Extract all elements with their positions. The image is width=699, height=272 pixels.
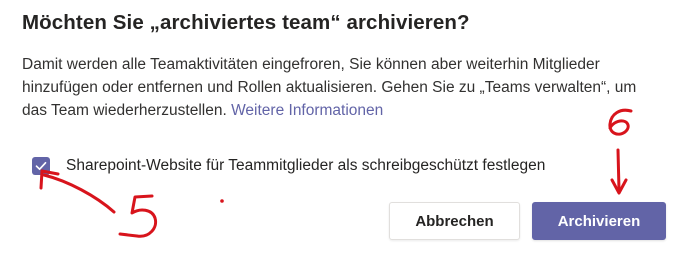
archive-team-dialog: Möchten Sie „archiviertes team“ archivie…	[0, 0, 699, 272]
learn-more-link[interactable]: Weitere Informationen	[231, 102, 383, 119]
readonly-sharepoint-label[interactable]: Sharepoint-Website für Teammitglieder al…	[66, 157, 545, 175]
checkmark-icon	[35, 161, 47, 171]
dialog-title: Möchten Sie „archiviertes team“ archivie…	[22, 11, 470, 34]
archive-button[interactable]: Archivieren	[532, 202, 666, 240]
cancel-button[interactable]: Abbrechen	[389, 202, 520, 240]
readonly-sharepoint-checkbox[interactable]	[32, 157, 50, 175]
readonly-sharepoint-option[interactable]: Sharepoint-Website für Teammitglieder al…	[32, 154, 545, 178]
dialog-description: Damit werden alle Teamaktivitäten eingef…	[22, 53, 662, 122]
